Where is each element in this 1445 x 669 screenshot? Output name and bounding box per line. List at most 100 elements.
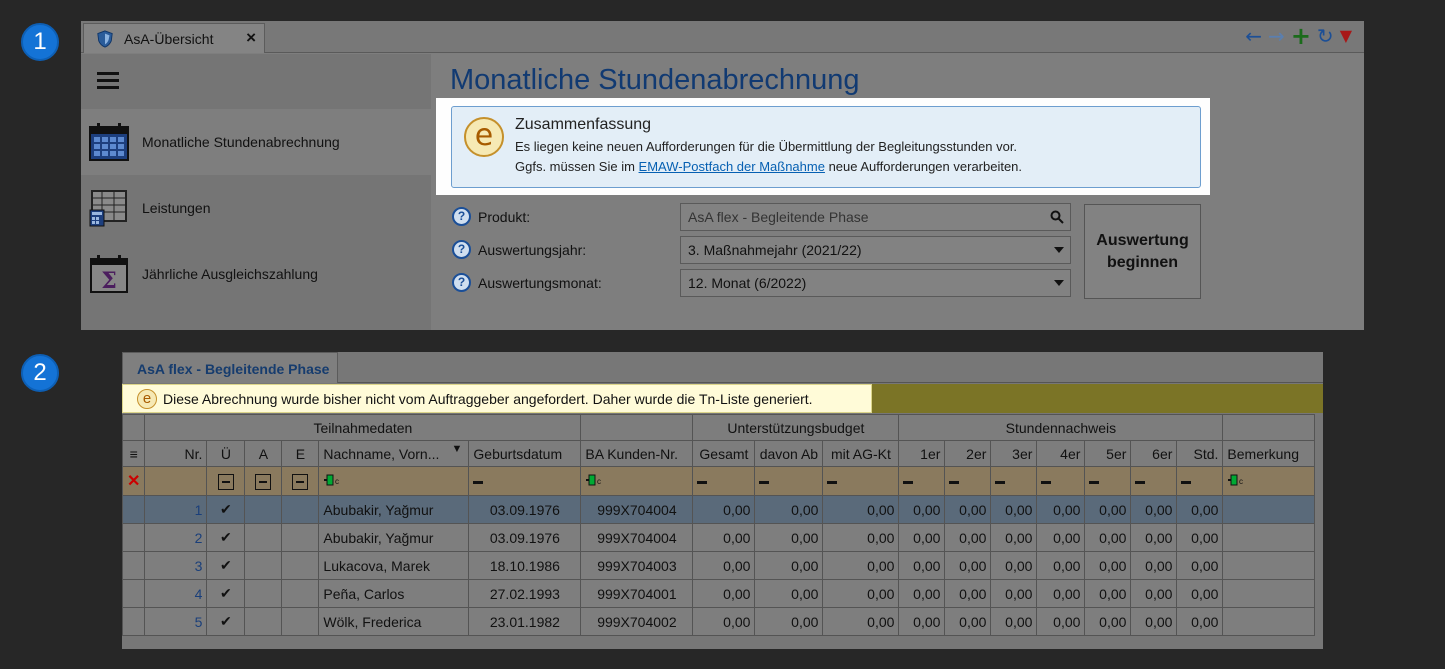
close-tab-icon[interactable]: × — [246, 28, 256, 48]
col-header-davon-ab[interactable]: davon Ab — [754, 440, 824, 467]
chevron-down-icon[interactable] — [1054, 247, 1064, 253]
value-cell[interactable]: 0,00 — [692, 607, 756, 636]
e-cell[interactable] — [281, 495, 320, 524]
bemerkung-cell[interactable] — [1222, 495, 1316, 524]
value-cell[interactable]: 0,00 — [1084, 607, 1132, 636]
ue-check-cell[interactable]: ✔ — [206, 523, 246, 552]
value-cell[interactable]: 0,00 — [990, 607, 1038, 636]
number-filter-icon[interactable] — [1181, 480, 1192, 484]
value-cell[interactable]: 0,00 — [1084, 523, 1132, 552]
value-cell[interactable]: 0,00 — [692, 495, 756, 524]
filter-cell[interactable] — [468, 466, 582, 496]
sidebar-item-leistungen[interactable]: Leistungen — [81, 175, 431, 241]
name-cell[interactable]: Abubakir, Yağmur — [318, 523, 470, 552]
filter-cell[interactable] — [1130, 466, 1178, 496]
filter-cell[interactable]: c — [318, 466, 470, 496]
value-cell[interactable]: 0,00 — [822, 607, 900, 636]
row-nr-cell[interactable]: 1 — [144, 495, 208, 524]
filter-cell[interactable] — [754, 466, 824, 496]
filter-cell[interactable] — [822, 466, 900, 496]
value-cell[interactable]: 0,00 — [754, 551, 824, 580]
chevron-down-icon[interactable] — [1054, 280, 1064, 286]
col-header-std[interactable]: Std. — [1176, 440, 1224, 467]
col-header-1er[interactable]: 1er — [898, 440, 946, 467]
a-cell[interactable] — [244, 607, 283, 636]
value-cell[interactable]: 0,00 — [990, 551, 1038, 580]
sidebar-item-jaehrliche-ausgleichszahlung[interactable]: Σ Jährliche Ausgleichszahlung — [81, 241, 431, 307]
value-cell[interactable]: 0,00 — [822, 523, 900, 552]
value-cell[interactable]: 0,00 — [944, 551, 992, 580]
filter-cell[interactable] — [144, 466, 208, 496]
row-indicator-cell[interactable] — [122, 523, 146, 552]
e-cell[interactable] — [281, 551, 320, 580]
geburtsdatum-cell[interactable]: 23.01.1982 — [468, 607, 582, 636]
number-filter-icon[interactable] — [1041, 480, 1052, 484]
geburtsdatum-cell[interactable]: 03.09.1976 — [468, 495, 582, 524]
text-filter-icon[interactable]: c — [585, 474, 603, 486]
auswertungsmonat-select[interactable]: 12. Monat (6/2022) — [680, 269, 1071, 297]
col-header-2er[interactable]: 2er — [944, 440, 992, 467]
table-row[interactable]: 4 ✔ Peña, Carlos 27.02.1993 999X704001 0,00 0,… — [122, 579, 1316, 608]
search-icon[interactable] — [1050, 210, 1064, 224]
value-cell[interactable]: 0,00 — [1176, 607, 1224, 636]
col-header-3er[interactable]: 3er — [990, 440, 1038, 467]
geburtsdatum-cell[interactable]: 18.10.1986 — [468, 551, 582, 580]
table-row[interactable]: 5 ✔ Wölk, Frederica 23.01.1982 999X704002 0,0… — [122, 607, 1316, 636]
value-cell[interactable]: 0,00 — [1084, 551, 1132, 580]
ba-kunden-nr-cell[interactable]: 999X704003 — [580, 551, 694, 580]
col-header-nr[interactable]: Nr. — [144, 440, 208, 467]
filter-cell[interactable] — [692, 466, 756, 496]
row-indicator-cell[interactable] — [122, 551, 146, 580]
hamburger-menu-icon[interactable] — [97, 72, 119, 93]
bemerkung-cell[interactable] — [1222, 579, 1316, 608]
filter-cell[interactable] — [1084, 466, 1132, 496]
help-icon[interactable]: ? — [452, 207, 471, 226]
value-cell[interactable]: 0,00 — [1036, 579, 1086, 608]
number-filter-icon[interactable] — [995, 480, 1006, 484]
name-cell[interactable]: Lukacova, Marek — [318, 551, 470, 580]
back-arrow-icon[interactable]: ← — [1245, 26, 1262, 46]
value-cell[interactable]: 0,00 — [944, 607, 992, 636]
bemerkung-cell[interactable] — [1222, 607, 1316, 636]
value-cell[interactable]: 0,00 — [944, 495, 992, 524]
tab-asa-uebersicht[interactable]: AsA-Übersicht × — [83, 23, 265, 53]
row-nr-cell[interactable]: 5 — [144, 607, 208, 636]
text-filter-icon[interactable]: c — [323, 474, 341, 486]
col-header-ue[interactable]: Ü — [206, 440, 246, 467]
filter-cell[interactable]: c — [580, 466, 694, 496]
add-icon[interactable]: + — [1291, 24, 1311, 48]
a-cell[interactable] — [244, 551, 283, 580]
table-row[interactable]: 1 ✔ Abubakir, Yağmur 03.09.1976 999X704004 0,… — [122, 495, 1316, 524]
row-nr-cell[interactable]: 3 — [144, 551, 208, 580]
number-filter-icon[interactable] — [903, 480, 914, 484]
ba-kunden-nr-cell[interactable]: 999X704004 — [580, 523, 694, 552]
col-header-4er[interactable]: 4er — [1036, 440, 1086, 467]
filter-cell[interactable] — [244, 466, 283, 496]
value-cell[interactable]: 0,00 — [692, 551, 756, 580]
row-nr-cell[interactable]: 4 — [144, 579, 208, 608]
emaw-postfach-link[interactable]: EMAW-Postfach der Maßnahme — [639, 159, 825, 174]
number-filter-icon[interactable] — [1135, 480, 1146, 484]
checkbox-filter-icon[interactable] — [217, 473, 234, 490]
e-cell[interactable] — [281, 607, 320, 636]
a-cell[interactable] — [244, 579, 283, 608]
value-cell[interactable]: 0,00 — [1084, 495, 1132, 524]
name-cell[interactable]: Wölk, Frederica — [318, 607, 470, 636]
col-header-name[interactable]: Nachname, Vorn... ▼ — [318, 440, 470, 467]
row-indicator-cell[interactable] — [122, 495, 146, 524]
value-cell[interactable]: 0,00 — [944, 523, 992, 552]
checkbox-filter-icon[interactable] — [255, 473, 272, 490]
value-cell[interactable]: 0,00 — [898, 495, 946, 524]
value-cell[interactable]: 0,00 — [754, 607, 824, 636]
col-header-bemerkung[interactable]: Bemerkung — [1222, 440, 1316, 467]
table-row[interactable]: 3 ✔ Lukacova, Marek 18.10.1986 999X704003 0,0… — [122, 551, 1316, 580]
col-header-6er[interactable]: 6er — [1130, 440, 1178, 467]
filter-cell[interactable] — [1036, 466, 1086, 496]
value-cell[interactable]: 0,00 — [692, 523, 756, 552]
filter-cell[interactable]: c — [1222, 466, 1316, 496]
ue-check-cell[interactable]: ✔ — [206, 495, 246, 524]
filter-cell[interactable] — [1176, 466, 1224, 496]
filter-icon[interactable]: ▼ — [452, 443, 463, 455]
number-filter-icon[interactable] — [1089, 480, 1100, 484]
value-cell[interactable]: 0,00 — [822, 579, 900, 608]
